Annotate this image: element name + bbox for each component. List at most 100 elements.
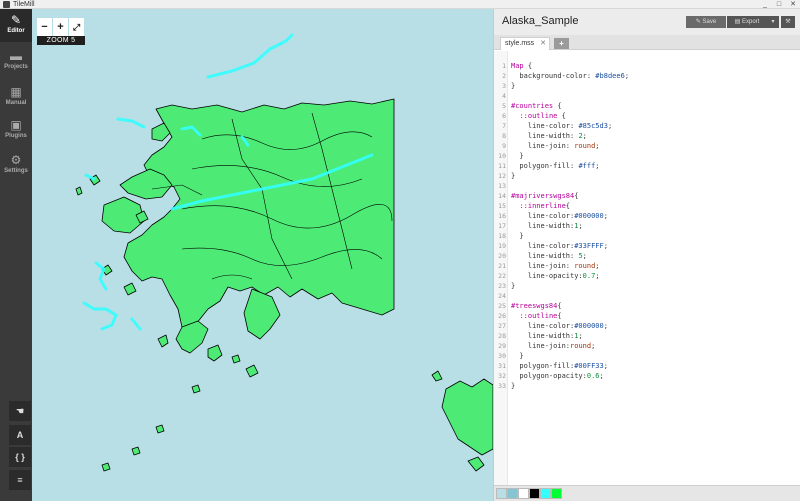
- river: [130, 317, 142, 331]
- island: [431, 370, 443, 382]
- line-number: 6: [502, 112, 506, 120]
- nav-item-label: Projects: [4, 64, 28, 70]
- line-number: 18: [498, 232, 506, 240]
- river: [116, 117, 146, 129]
- line-number: 8: [502, 132, 506, 140]
- pan-tool-icon[interactable]: ☚: [9, 401, 31, 421]
- code-text: line-color:#33FFFF;: [511, 242, 608, 250]
- color-swatch[interactable]: [507, 488, 518, 499]
- panhandle-islands: [441, 378, 493, 456]
- settings-wrench-button[interactable]: ⚒: [781, 16, 795, 28]
- book-icon: ▦: [10, 85, 22, 99]
- line-number: 10: [498, 152, 506, 160]
- nav-item-manual[interactable]: ▦ Manual: [0, 81, 32, 114]
- line-number: 31: [498, 362, 506, 370]
- layers-tool-icon[interactable]: ≡: [9, 470, 31, 490]
- code-text: background-color: #b8dee6;: [511, 72, 630, 80]
- river: [82, 301, 118, 331]
- code-text: line-width: 5;: [511, 252, 587, 260]
- chevron-down-icon: ▾: [771, 19, 775, 25]
- river: [84, 173, 96, 181]
- line-number: 26: [498, 312, 506, 320]
- left-nav: ✎ Editor ▬ Projects ▦ Manual ▣ Plugins ⚙…: [0, 9, 32, 501]
- editor-panel: Alaska_Sample ✎ Save ▤ Export ▾ ⚒ style.…: [493, 9, 800, 501]
- nav-item-plugins[interactable]: ▣ Plugins: [0, 114, 32, 147]
- island: [231, 354, 241, 364]
- export-dropdown-button[interactable]: ▾: [767, 16, 779, 28]
- map-view[interactable]: − + ⤢ ZOOM 5: [32, 9, 493, 501]
- code-tool-icon[interactable]: { }: [9, 447, 31, 467]
- minimize-button[interactable]: _: [758, 0, 772, 9]
- code-text: }: [511, 172, 516, 180]
- export-icon: ▤: [734, 19, 742, 25]
- save-button-label: Save: [702, 19, 717, 25]
- island: [123, 282, 137, 296]
- zoom-out-button[interactable]: −: [37, 18, 52, 36]
- color-swatch[interactable]: [540, 488, 551, 499]
- code-editor[interactable]: 1 Map {2 background-color: #b8dee6; 3} 4 5 #c…: [494, 51, 800, 485]
- close-window-button[interactable]: ✕: [786, 0, 800, 9]
- nav-item-projects[interactable]: ▬ Projects: [0, 45, 32, 78]
- line-number: 16: [498, 212, 506, 220]
- code-text: line-join: round;: [511, 142, 600, 150]
- color-swatch[interactable]: [529, 488, 540, 499]
- island: [467, 456, 485, 472]
- app-icon: [3, 1, 10, 8]
- code-text: line-join: round;: [511, 262, 600, 270]
- fullscreen-icon[interactable]: ⤢: [69, 18, 84, 36]
- font-tool-icon[interactable]: A: [9, 425, 31, 445]
- add-tab-button[interactable]: +: [554, 38, 569, 49]
- code-text: ::innerline{: [519, 202, 571, 210]
- window-title: TileMill: [13, 1, 35, 8]
- code-text: }: [511, 352, 524, 360]
- line-number: 20: [498, 252, 506, 260]
- code-text: #majriverswgs84{: [511, 192, 579, 200]
- code-text: line-opacity:0.7;: [511, 272, 600, 280]
- code-text: polygon-fill: #fff;: [511, 162, 600, 170]
- code-text: }: [511, 82, 516, 90]
- line-number: 28: [498, 332, 506, 340]
- editor-header: Alaska_Sample ✎ Save ▤ Export ▾ ⚒: [494, 9, 800, 35]
- nav-item-label: Plugins: [5, 133, 27, 139]
- code-text: line-join:round;: [511, 342, 596, 350]
- export-button[interactable]: ▤ Export: [727, 16, 767, 28]
- line-number: 1: [502, 62, 506, 70]
- line-number: 7: [502, 122, 506, 130]
- save-button[interactable]: ✎ Save: [686, 16, 726, 28]
- line-number: 14: [498, 192, 506, 200]
- pencil-icon: ✎: [10, 13, 22, 27]
- kenai-peninsula: [243, 288, 281, 340]
- nav-item-editor[interactable]: ✎ Editor: [0, 9, 32, 42]
- code-text: polygon-opacity:0.6;: [511, 372, 604, 380]
- island: [101, 462, 111, 472]
- line-number: 17: [498, 222, 506, 230]
- tab-label: style.mss: [505, 40, 535, 47]
- land-polygons: [75, 98, 493, 472]
- code-text: line-color:#000000;: [511, 212, 608, 220]
- line-number: 15: [498, 202, 506, 210]
- code-text: line-width:1;: [511, 222, 583, 230]
- line-number: 24: [498, 292, 506, 300]
- folder-icon: ▬: [10, 49, 22, 63]
- line-number: 23: [498, 282, 506, 290]
- maximize-button[interactable]: □: [772, 0, 786, 9]
- map-canvas[interactable]: [32, 9, 493, 501]
- island: [207, 344, 223, 362]
- island: [155, 424, 165, 434]
- close-icon[interactable]: ✕: [540, 38, 546, 50]
- line-number: 29: [498, 342, 506, 350]
- color-swatch[interactable]: [518, 488, 529, 499]
- code-text: #countries {: [511, 102, 562, 110]
- code-text: }: [511, 382, 516, 390]
- line-number: 11: [498, 162, 506, 170]
- color-swatch[interactable]: [496, 488, 507, 499]
- nav-item-settings[interactable]: ⚙ Settings: [0, 149, 32, 182]
- project-title: Alaska_Sample: [502, 15, 579, 27]
- color-swatch[interactable]: [551, 488, 562, 499]
- zoom-in-button[interactable]: +: [53, 18, 68, 36]
- code-text: }: [511, 232, 524, 240]
- code-text: ::outline{: [519, 312, 562, 320]
- island: [75, 186, 83, 196]
- tab-style-mss[interactable]: style.mss ✕: [500, 37, 550, 50]
- line-number: 12: [498, 172, 506, 180]
